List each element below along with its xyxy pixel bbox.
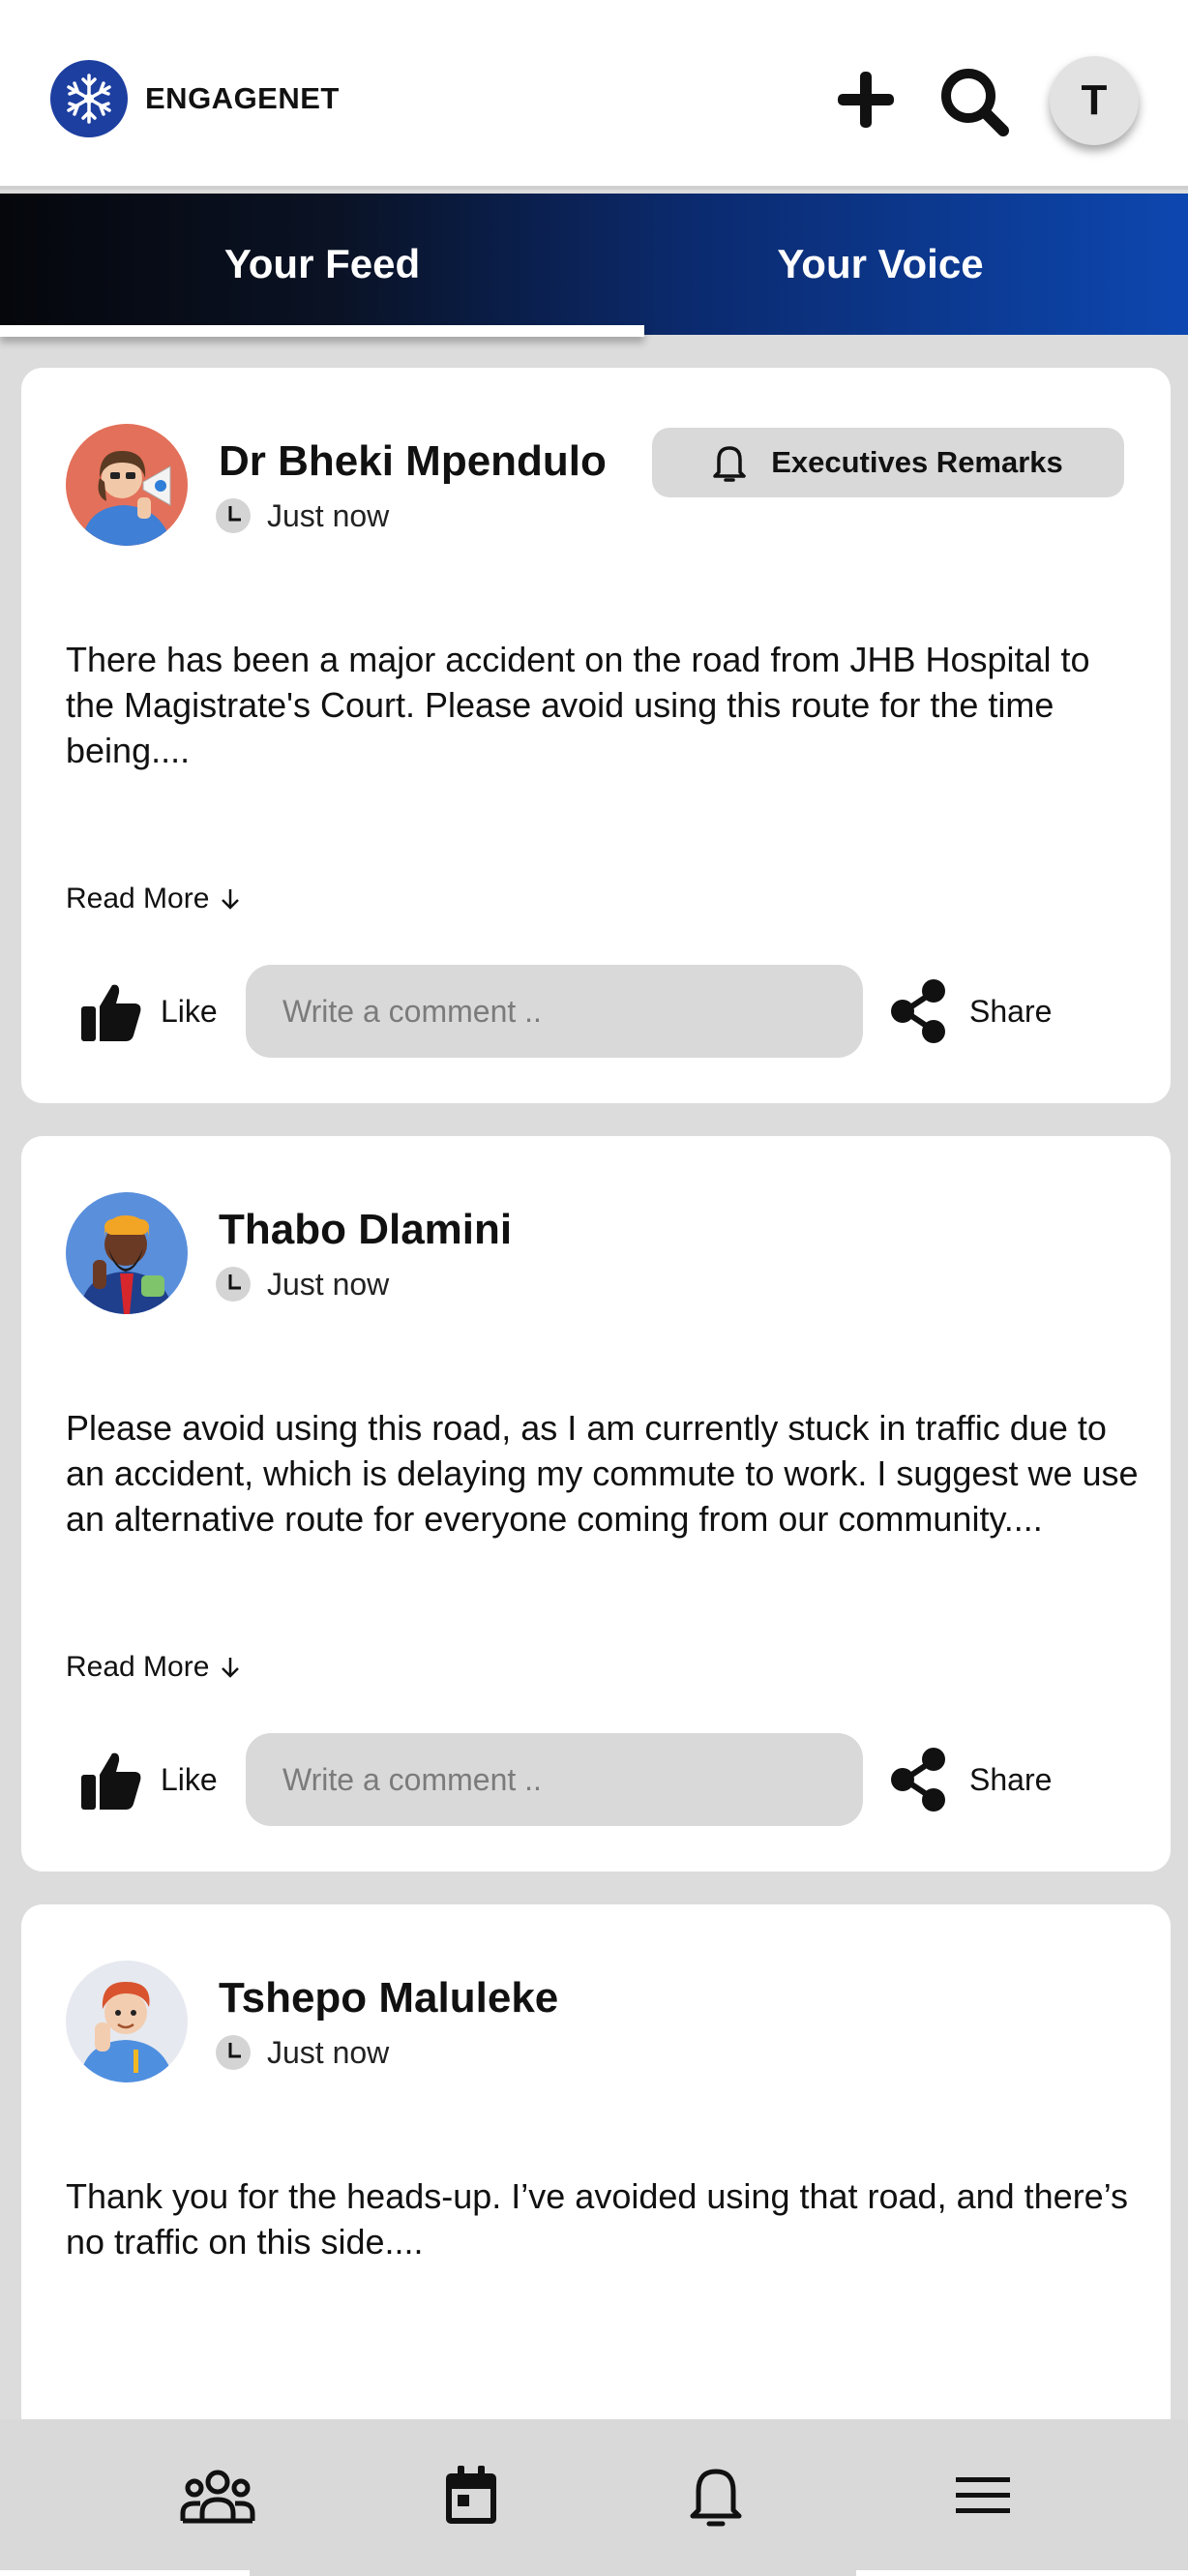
executives-remarks-label: Executives Remarks [771,445,1063,479]
calendar-icon[interactable] [432,2462,510,2530]
snowflake-logo-icon[interactable] [50,60,128,137]
like-button[interactable]: Like [77,965,218,1058]
comment-input[interactable] [246,965,863,1058]
post-time: Just now [267,2034,390,2070]
read-more-label: Read More [66,883,210,914]
search-icon[interactable] [938,66,1010,137]
menu-icon[interactable] [944,2462,1022,2530]
app-header: ENGAGENET T [0,0,1188,190]
bell-icon[interactable] [677,2462,755,2530]
executives-remarks-button[interactable]: Executives Remarks [652,428,1124,497]
author-avatar[interactable] [66,1192,188,1314]
arrow-down-icon [222,1658,240,1678]
read-more-label: Read More [66,1651,210,1683]
clock-icon [216,498,251,533]
active-tab-indicator [0,325,644,337]
arrow-down-icon [222,889,240,910]
like-label: Like [161,1761,218,1797]
like-button[interactable]: Like [77,1733,218,1826]
share-button[interactable]: Share [888,1733,1052,1826]
bell-icon [713,446,746,482]
thumbs-up-icon [81,1752,141,1810]
share-label: Share [969,993,1053,1029]
post-card: Dr Bheki Mpendulo Just now Executives Re… [21,368,1171,1103]
clock-icon [216,2035,251,2070]
post-actions: Like Share [21,1733,1171,1826]
post-timestamp: Just now [215,497,389,534]
plus-icon[interactable] [834,68,898,132]
post-time: Just now [267,497,390,533]
post-body: Please avoid using this road, as I am cu… [66,1408,1139,1539]
post-body: There has been a major accident on the r… [66,640,1090,770]
author-name[interactable]: Dr Bheki Mpendulo [219,437,607,486]
tab-your-voice[interactable]: Your Voice [580,194,1180,335]
home-indicator-left [0,2570,250,2576]
share-icon [891,1748,945,1812]
community-icon[interactable] [179,2462,256,2530]
clock-icon [216,1267,251,1302]
post-body: Thank you for the heads-up. I’ve avoided… [66,2176,1129,2261]
brand-name: ENGAGENET [145,81,340,115]
bottom-navigation [0,2419,1188,2576]
share-button[interactable]: Share [888,965,1052,1058]
share-icon [891,979,945,1043]
post-card: Tshepo Maluleke Just now Thank you for t… [21,1904,1171,2446]
post-timestamp: Just now [215,1266,389,1303]
post-actions: Like Share [21,965,1171,1058]
author-avatar[interactable] [66,424,188,546]
post-timestamp: Just now [215,2034,389,2071]
user-avatar-button[interactable]: T [1050,56,1139,145]
thumbs-up-icon [81,984,141,1041]
read-more-link[interactable]: Read More [66,1651,242,1684]
feed-tabs: Your Feed Your Voice [0,194,1188,335]
like-label: Like [161,993,218,1029]
tab-your-feed[interactable]: Your Feed [0,194,644,335]
author-avatar[interactable] [66,1961,188,2082]
read-more-link[interactable]: Read More [66,883,242,915]
comment-input[interactable] [246,1733,863,1826]
post-time: Just now [267,1266,390,1302]
share-label: Share [969,1761,1053,1797]
home-indicator-right [856,2570,1188,2576]
author-name[interactable]: Tshepo Maluleke [219,1974,558,2022]
post-card: Thabo Dlamini Just now Please avoid usin… [21,1136,1171,1872]
author-name[interactable]: Thabo Dlamini [219,1206,512,1254]
